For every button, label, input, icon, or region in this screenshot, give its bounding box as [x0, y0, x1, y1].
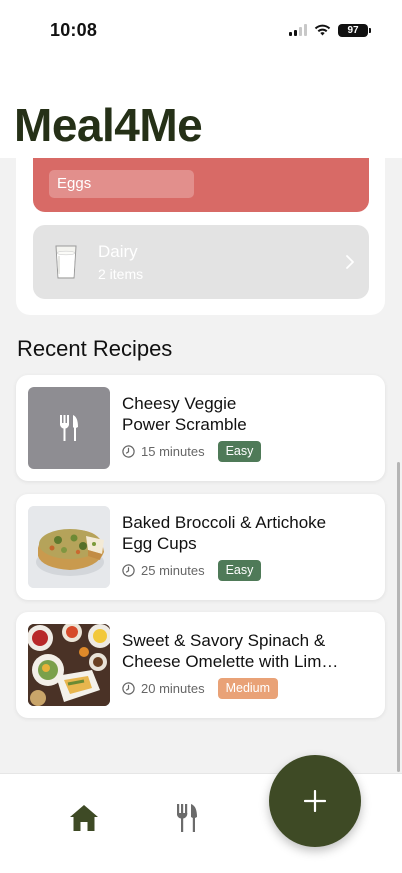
recipe-meta: 25 minutes Easy [122, 559, 262, 581]
clock-icon [122, 444, 135, 458]
chevron-right-icon [346, 255, 354, 269]
utensils-icon[interactable] [172, 802, 202, 834]
status-icons: 97 [289, 22, 371, 38]
dairy-category-count: 2 items [98, 266, 144, 282]
recipe-card[interactable]: Sweet & Savory Spinach & Cheese Omelette… [16, 612, 385, 718]
recipe-image-placeholder [28, 387, 110, 469]
recipe-title: Cheesy Veggie Power Scramble [122, 394, 247, 434]
clock-icon [122, 681, 135, 695]
recipe-card[interactable]: Cheesy Veggie Power Scramble 15 minutes … [16, 375, 385, 481]
home-icon[interactable] [68, 802, 100, 834]
pantry-category-dairy[interactable]: Dairy 2 items [33, 225, 369, 299]
milk-glass-icon [55, 245, 77, 279]
add-button[interactable] [269, 755, 361, 847]
cellular-signal-icon [289, 24, 307, 36]
quiche-photo [28, 506, 110, 588]
recipe-meta: 15 minutes Easy [122, 440, 262, 462]
recipe-time: 15 minutes [141, 443, 205, 459]
recipe-meta: 20 minutes Medium [122, 677, 279, 699]
recipe-title: Baked Broccoli & Artichoke Egg Cups [122, 513, 327, 553]
status-bar: 10:08 97 [0, 0, 402, 60]
recipe-image-quiche [28, 506, 110, 588]
recipe-time: 25 minutes [141, 562, 205, 578]
recipe-image-breakfast [28, 624, 110, 706]
scrollbar[interactable] [397, 462, 400, 772]
recipe-card[interactable]: Baked Broccoli & Artichoke Egg Cups 25 m… [16, 494, 385, 600]
battery-indicator: 97 [338, 23, 371, 37]
difficulty-badge: Medium [217, 677, 279, 699]
clock-icon [122, 563, 135, 577]
dairy-category-name: Dairy [98, 242, 138, 261]
recipe-title: Sweet & Savory Spinach & Cheese Omelette… [122, 631, 339, 671]
app-header: Meal4Me [0, 60, 402, 158]
breakfast-spread-photo [28, 624, 110, 706]
recipe-time: 20 minutes [141, 680, 205, 696]
pantry-item-eggs[interactable]: Eggs [49, 170, 194, 198]
difficulty-badge: Easy [217, 440, 262, 462]
plus-icon [304, 790, 326, 812]
difficulty-badge: Easy [217, 559, 262, 581]
utensils-icon [60, 415, 78, 441]
status-time: 10:08 [50, 20, 98, 40]
wifi-icon [314, 24, 331, 36]
app-title: Meal4Me [14, 99, 203, 151]
recent-recipes-title: Recent Recipes [17, 336, 173, 361]
